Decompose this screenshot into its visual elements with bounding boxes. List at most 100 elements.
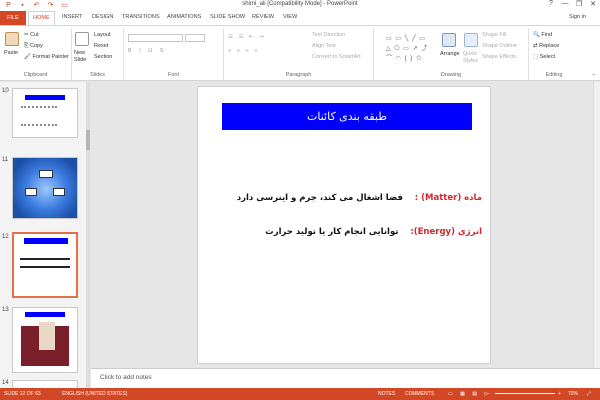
minimize-icon[interactable]: — [560,0,570,8]
ribbon-tabs: FILE HOME INSERT DESIGN TRANSITIONS ANIM… [0,11,600,25]
layout-button[interactable]: Layout [94,32,111,38]
thumb-diagram-box [53,188,65,196]
select-label: Select [539,54,556,60]
shape-outline-button[interactable]: Shape Outline [482,43,517,49]
copy-label: Copy [29,43,43,49]
thumbnails-scrollbar[interactable] [86,82,90,388]
font-format-buttons[interactable]: B I U S [128,48,166,54]
shapes-gallery[interactable]: ▭ ▭ ╲ ╱ ▭ △ ⎔ ▭ ↗ ⤴ ⌒ ◠ { } ☆ [386,34,436,64]
thumbnail-slide-14[interactable] [12,380,78,388]
paste-button[interactable]: Paste [4,50,18,56]
notes-pane[interactable]: Click to add notes [91,368,600,388]
close-icon[interactable]: ✕ [588,0,598,8]
window-controls: ? — ❐ ✕ [546,0,598,8]
quick-styles-icon [464,33,478,47]
arrange-button[interactable]: Arrange [440,51,460,57]
help-icon[interactable]: ? [546,0,556,8]
find-label: Find [541,32,553,38]
align-text-button[interactable]: Align Text [312,43,336,49]
convert-smartart-button[interactable]: Convert to SmartArt [312,54,361,60]
replace-button[interactable]: ⇄ Replace [533,43,559,49]
tab-transitions[interactable]: TRANSITIONS [122,14,160,20]
shape-fill-button[interactable]: Shape Fill [482,32,506,38]
tab-design[interactable]: DESIGN [92,14,113,20]
thumbnail-slide-10[interactable] [12,88,78,138]
align-buttons[interactable]: ≡ ≡ ≡ ≡ [228,48,259,54]
sign-in-link[interactable]: Sign in [569,14,586,20]
font-size-dropdown[interactable] [185,34,205,42]
view-buttons[interactable]: ▭ ▦ ▤ ▷ [448,391,491,397]
window-title: shimi_ali [Compatibility Mode] - PowerPo… [242,1,358,7]
zoom-out-icon[interactable]: − [487,391,490,397]
new-slide-icon [75,32,89,46]
thumbnail-number: 13 [2,307,9,313]
thumbnail-slide-11[interactable] [12,157,78,219]
energy-definition: توانایی انجام کار یا تولید حرارت [265,227,399,237]
tab-insert[interactable]: INSERT [62,14,82,20]
zoom-level[interactable]: 70% [568,391,578,397]
slide-thumbnails-pane: 10 11 12 13 14 [0,82,90,388]
thumbnail-slide-13[interactable] [12,307,78,373]
thumb-blue-background [13,158,77,218]
slide-title[interactable]: طبقه بندی کائنات [222,103,472,130]
find-button[interactable]: 🔍 Find [533,32,552,38]
notes-placeholder: Click to add notes [100,374,152,381]
clipboard-group: Paste ✂ Cut ⎘ Copy 🖌 Format Painter Clip… [0,28,72,80]
thumbnail-slide-12[interactable] [12,232,78,298]
arrange-icon [442,33,456,47]
tab-slide-show[interactable]: SLIDE SHOW [210,14,245,20]
restore-icon[interactable]: ❐ [574,0,584,8]
drawing-group: ▭ ▭ ╲ ╱ ▭ △ ⎔ ▭ ↗ ⤴ ⌒ ◠ { } ☆ Arrange Quic… [374,28,529,80]
slide-line-matter[interactable]: ماده (Matter) : فضا اشغال می کند، جرم و … [237,193,482,203]
notes-toggle[interactable]: NOTES [378,391,395,397]
quick-styles-button[interactable]: Quick Styles [463,51,479,65]
drawing-group-label: Drawing [440,72,462,78]
cut-button[interactable]: ✂ Cut [24,32,39,38]
collapse-ribbon-icon[interactable]: ⌃ [591,74,596,80]
slide-counter: SLIDE 12 OF 63 [4,391,41,397]
paste-icon [5,32,19,46]
scrollbar-thumb[interactable] [86,130,90,150]
fit-slide-icon[interactable]: ⤢ [587,391,591,397]
tab-home[interactable]: HOME [28,11,55,25]
thumb-title-bar [25,95,65,100]
tab-file[interactable]: FILE [0,11,26,25]
slide-canvas: طبقه بندی کائنات ماده (Matter) : فضا اشغ… [91,82,600,368]
select-button[interactable]: ⬚ Select [533,54,555,60]
slide-scrollbar[interactable] [593,82,600,368]
tab-view[interactable]: VIEW [283,14,297,20]
paragraph-group-label: Paragraph [285,72,312,78]
reset-button[interactable]: Reset [94,43,108,49]
font-name-dropdown[interactable] [128,34,183,42]
ribbon: Paste ✂ Cut ⎘ Copy 🖌 Format Painter Clip… [0,25,600,81]
thumbnail-number: 12 [2,234,9,240]
comments-toggle[interactable]: COMMENTS [405,391,434,397]
slide-line-energy[interactable]: انرژی (Energy): توانایی انجام کار یا تول… [265,227,482,237]
tab-review[interactable]: REVIEW [252,14,274,20]
text-direction-button[interactable]: Text Direction [312,32,345,38]
matter-definition: فضا اشغال می کند، جرم و اینرسی دارد [236,193,403,203]
current-slide[interactable]: طبقه بندی کائنات ماده (Matter) : فضا اشغ… [197,86,491,364]
cut-label: Cut [30,32,39,38]
thumbnail-number: 14 [2,380,9,386]
editing-group-label: Editing [545,72,563,78]
tab-animations[interactable]: ANIMATIONS [167,14,201,20]
list-buttons[interactable]: ☰ ☰ ⇤ ⇥ [228,34,266,40]
format-painter-label: Format Painter [32,54,69,60]
language-indicator[interactable]: ENGLISH (UNITED STATES) [62,391,127,397]
title-bar: P ▪ ↶ ↷ ▭ shimi_ali [Compatibility Mode]… [0,0,600,11]
shape-effects-button[interactable]: Shape Effects [482,54,516,60]
copy-button[interactable]: ⎘ Copy [24,43,43,50]
thumb-title-bar [25,312,65,317]
replace-label: Replace [539,43,560,49]
zoom-in-icon[interactable]: + [558,391,561,397]
thumb-diagram-box [25,188,37,196]
format-painter-button[interactable]: 🖌 Format Painter [24,54,69,60]
new-slide-button[interactable]: New Slide [74,50,90,64]
section-button[interactable]: Section [94,54,112,60]
zoom-slider[interactable] [495,393,555,394]
clipboard-group-label: Clipboard [23,72,48,78]
thumbnail-number: 11 [2,157,9,163]
thumbnail-number: 10 [2,88,9,94]
slides-group-label: Slides [90,72,105,78]
